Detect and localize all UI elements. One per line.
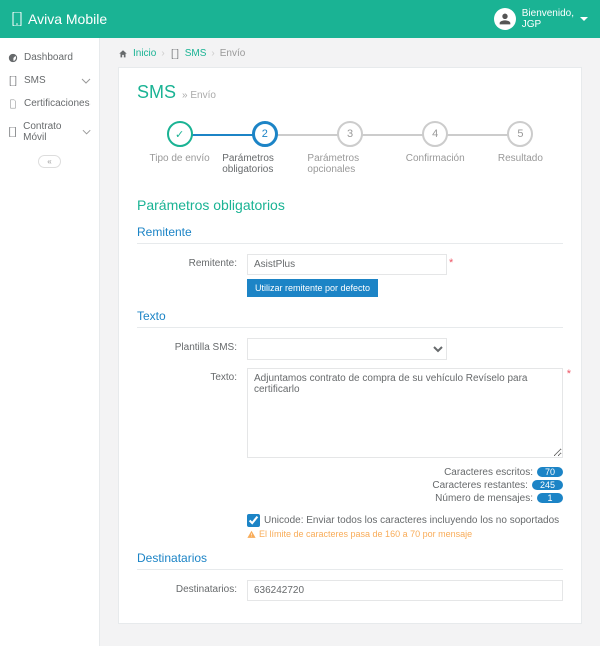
remitente-input[interactable]: [247, 254, 447, 275]
remitente-label: Remitente:: [137, 254, 247, 269]
destinatarios-heading: Destinatarios: [137, 551, 563, 570]
step-5[interactable]: 5 Resultado: [478, 121, 563, 175]
file-icon: [8, 99, 18, 109]
texto-textarea[interactable]: [247, 368, 563, 458]
user-menu[interactable]: Bienvenido, JGP: [494, 8, 588, 30]
step-2[interactable]: 2 Parámetros obligatorios: [222, 121, 307, 175]
texto-label: Texto:: [137, 368, 247, 383]
chevron-down-icon: [90, 99, 91, 109]
brand: Aviva Mobile: [12, 11, 107, 27]
sidebar-item-certificaciones[interactable]: Certificaciones: [0, 92, 99, 115]
required-marker: *: [567, 368, 571, 380]
sidebar-item-sms[interactable]: SMS: [0, 69, 99, 92]
topbar: Aviva Mobile Bienvenido, JGP: [0, 0, 600, 38]
destinatarios-label: Destinatarios:: [137, 580, 247, 595]
user-text: Bienvenido, JGP: [522, 8, 574, 30]
breadcrumb: Inicio › SMS › Envío: [118, 38, 582, 67]
sidebar-item-contrato[interactable]: Contrato Móvil: [0, 115, 99, 149]
chars-left-badge: 245: [532, 480, 563, 490]
sidebar-collapse[interactable]: «: [0, 155, 99, 168]
chars-written-badge: 70: [537, 467, 563, 477]
wizard-steps: ✓ Tipo de envío 2 Parámetros obligatorio…: [137, 121, 563, 175]
destinatarios-input[interactable]: [247, 580, 563, 601]
unicode-checkbox[interactable]: [247, 514, 260, 527]
panel: SMS » Envío ✓ Tipo de envío 2 Parámetros…: [118, 67, 582, 624]
warning-icon: [247, 530, 256, 539]
unicode-warning: El límite de caracteres pasa de 160 a 70…: [247, 529, 563, 539]
sidebar-item-dashboard[interactable]: Dashboard: [0, 46, 99, 69]
chevron-down-icon: [580, 17, 588, 21]
chevron-down-icon: [82, 127, 91, 137]
msg-count-badge: 1: [537, 493, 563, 503]
chevron-down-icon: [81, 76, 91, 86]
step-4[interactable]: 4 Confirmación: [393, 121, 478, 175]
breadcrumb-home[interactable]: Inicio: [133, 48, 156, 59]
required-marker: *: [449, 257, 453, 269]
page-title: SMS » Envío: [137, 82, 563, 103]
main: Inicio › SMS › Envío SMS » Envío ✓ Tipo …: [100, 38, 600, 646]
plantilla-select[interactable]: [247, 338, 447, 360]
step-3[interactable]: 3 Parámetros opcionales: [307, 121, 392, 175]
mobile-icon: [8, 76, 18, 86]
mobile-icon: [8, 127, 17, 137]
step-1[interactable]: ✓ Tipo de envío: [137, 121, 222, 175]
mobile-icon: [12, 12, 22, 26]
sidebar: Dashboard SMS Certificaciones Contrato M…: [0, 38, 100, 646]
brand-text: Aviva Mobile: [28, 11, 107, 27]
char-counters: Caracteres escritos:70 Caracteres restan…: [247, 467, 563, 504]
breadcrumb-sms[interactable]: SMS: [185, 48, 207, 59]
remitente-heading: Remitente: [137, 225, 563, 244]
mobile-icon: [170, 49, 180, 59]
breadcrumb-current: Envío: [220, 48, 246, 59]
default-sender-button[interactable]: Utilizar remitente por defecto: [247, 279, 378, 297]
unicode-checkbox-row[interactable]: Unicode: Enviar todos los caracteres inc…: [247, 514, 563, 527]
avatar: [494, 8, 516, 30]
dashboard-icon: [8, 53, 18, 63]
texto-heading: Texto: [137, 309, 563, 328]
home-icon: [118, 49, 128, 59]
section-heading: Parámetros obligatorios: [137, 197, 563, 213]
plantilla-label: Plantilla SMS:: [137, 338, 247, 353]
